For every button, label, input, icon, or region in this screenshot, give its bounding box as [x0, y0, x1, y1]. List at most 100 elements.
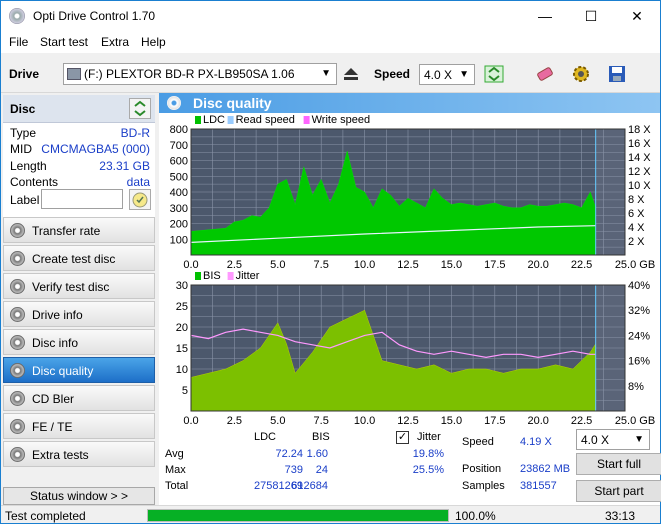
- y-tick-label: 20: [176, 322, 188, 334]
- x-tick-label: 5.0: [270, 415, 285, 427]
- total-bis: 612684: [291, 480, 328, 492]
- disc-panel-header: Disc: [3, 95, 155, 123]
- y-tick-label: 800: [170, 124, 188, 136]
- disc-header-title: Disc: [10, 102, 36, 116]
- refresh-arrows-icon: [134, 100, 146, 117]
- start-part-button[interactable]: Start part: [576, 480, 661, 502]
- disc-mid-key: MID: [10, 142, 32, 156]
- y2-tick-label: 12 X: [628, 166, 651, 178]
- legend-swatch: [227, 272, 234, 280]
- legend-label: Jitter: [236, 270, 260, 282]
- save-icon: [609, 66, 625, 82]
- test-speed-select[interactable]: 4.0 X ▼: [576, 429, 650, 450]
- status-bar: Test completed 100.0% 33:13: [1, 505, 660, 523]
- nav-disc-info[interactable]: Disc info: [3, 329, 155, 355]
- nav-fe-te[interactable]: FE / TE: [3, 413, 155, 439]
- nav-transfer-rate[interactable]: Transfer rate: [3, 217, 155, 243]
- legend-label: LDC: [203, 114, 225, 126]
- menu-file[interactable]: File: [9, 35, 28, 49]
- menu-help[interactable]: Help: [141, 35, 166, 49]
- x-tick-label: 17.5: [484, 415, 505, 427]
- x-tick-label: 5.0: [270, 259, 285, 271]
- disc-contents-key: Contents: [10, 175, 59, 189]
- nav-create-test-disc[interactable]: Create test disc: [3, 245, 155, 271]
- nav-label: Verify test disc: [32, 280, 110, 294]
- nav-disc-quality[interactable]: Disc quality: [3, 357, 155, 383]
- avg-jitter: 19.8%: [412, 448, 444, 460]
- refresh-speed-button[interactable]: [482, 62, 506, 86]
- drive-icon: [67, 68, 81, 80]
- start-full-button[interactable]: Start full: [576, 453, 661, 475]
- window-title: Opti Drive Control 1.70: [33, 9, 156, 23]
- legend-swatch: [227, 116, 234, 124]
- disc-icon: [10, 307, 25, 322]
- max-jitter: 25.5%: [412, 464, 444, 476]
- nav-label: Extra tests: [32, 448, 89, 462]
- disc-mid-row: MID CMCMAGBA5 (000): [10, 142, 150, 158]
- y2-tick-label: 18 X: [628, 124, 651, 136]
- status-window-button[interactable]: Status window > >: [3, 487, 155, 505]
- disc-length-row: Length 23.31 GB: [10, 159, 150, 175]
- samples-value: 381557: [520, 480, 557, 492]
- toolbar: Drive (F:) PLEXTOR BD-R PX-LB950SA 1.06 …: [1, 53, 660, 93]
- chevron-down-icon: ▼: [321, 68, 331, 79]
- sidebar: Disc Type BD-R MID CMCMAGBA5 (000) Length 2…: [1, 93, 158, 505]
- panel-header: Disc quality: [159, 93, 660, 113]
- y-tick-label: 200: [170, 219, 188, 231]
- disc-icon: [10, 391, 25, 406]
- drive-select-value: (F:) PLEXTOR BD-R PX-LB950SA 1.06: [84, 67, 295, 81]
- settings-button[interactable]: [569, 62, 593, 86]
- nav-label: Disc info: [32, 336, 79, 350]
- drive-label: Drive: [9, 67, 40, 81]
- menu-bar: File Start test Extra Help: [1, 31, 660, 53]
- eject-button[interactable]: [339, 62, 363, 86]
- erase-button[interactable]: [533, 62, 557, 86]
- quality-charts: LDC Read speed Write speed 800 700 600 500 400 3…: [170, 114, 656, 427]
- jitter-checkbox[interactable]: ✓: [396, 431, 409, 444]
- disc-quality-panel: Disc quality LDC Read speed Write speed 800…: [159, 93, 661, 505]
- speed-label: Speed: [374, 67, 411, 81]
- disc-icon: [10, 223, 25, 238]
- disc-refresh-button[interactable]: [129, 98, 151, 119]
- y2-tick-label: 16%: [628, 356, 650, 368]
- x-tick-label: 2.5: [227, 415, 242, 427]
- nav-cd-bler[interactable]: CD Bler: [3, 385, 155, 411]
- close-button[interactable]: ✕: [614, 1, 660, 31]
- y2-tick-label: 16 X: [628, 138, 651, 150]
- position-value: 23862 MB: [520, 463, 571, 475]
- y2-tick-label: 6 X: [628, 208, 645, 220]
- label-apply-button[interactable]: [129, 189, 151, 210]
- legend-swatch: [195, 272, 201, 280]
- y-tick-label: 600: [170, 156, 188, 168]
- menu-start-test[interactable]: Start test: [40, 35, 88, 49]
- disc-icon: [10, 363, 25, 378]
- speed-select[interactable]: 4.0 X ▼: [419, 64, 475, 85]
- y-tick-label: 10: [176, 364, 188, 376]
- disc-label-input[interactable]: [41, 189, 123, 209]
- charts-area: LDC Read speed Write speed 800 700 600 500 400 3…: [159, 113, 660, 427]
- x-tick-label: 22.5: [571, 415, 592, 427]
- max-label: Max: [165, 464, 186, 476]
- disc-icon: [10, 335, 25, 350]
- menu-extra[interactable]: Extra: [101, 35, 129, 49]
- nav-drive-info[interactable]: Drive info: [3, 301, 155, 327]
- save-button[interactable]: [605, 62, 629, 86]
- maximize-button[interactable]: ☐: [568, 1, 614, 31]
- nav-label: Drive info: [32, 308, 83, 322]
- x-tick-label: 10.0: [354, 259, 375, 271]
- avg-label: Avg: [165, 448, 184, 460]
- disc-mid-value: CMCMAGBA5 (000): [41, 142, 150, 156]
- disc-icon: [10, 419, 25, 434]
- nav-extra-tests[interactable]: Extra tests: [3, 441, 155, 467]
- drive-select[interactable]: (F:) PLEXTOR BD-R PX-LB950SA 1.06 ▼: [63, 63, 337, 85]
- x-tick-label: 25.0 GB: [615, 415, 655, 427]
- x-tick-label: 7.5: [314, 259, 329, 271]
- x-tick-label: 22.5: [571, 259, 592, 271]
- max-bis: 24: [315, 464, 328, 476]
- x-tick-label: 10.0: [354, 415, 375, 427]
- minimize-button[interactable]: —: [522, 1, 568, 31]
- nav-verify-test-disc[interactable]: Verify test disc: [3, 273, 155, 299]
- y2-tick-label: 24%: [628, 330, 650, 342]
- y-tick-label: 5: [182, 385, 188, 397]
- x-tick-label: 15.0: [441, 259, 462, 271]
